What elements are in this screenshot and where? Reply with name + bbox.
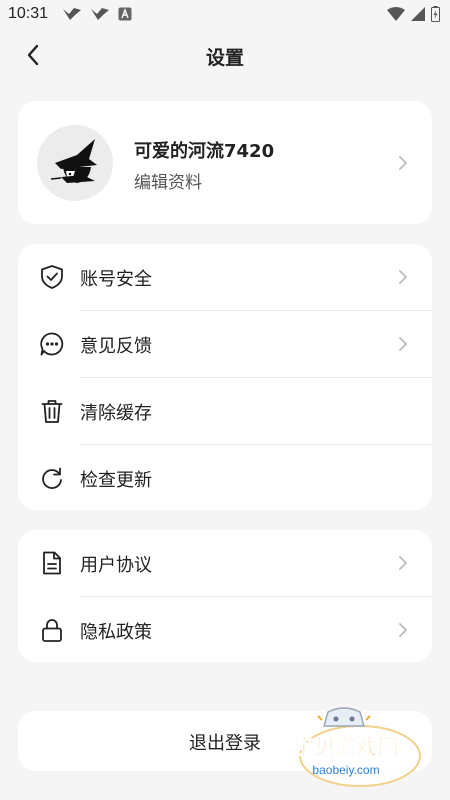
lock-icon bbox=[42, 619, 62, 642]
notification-bird-icon bbox=[63, 8, 81, 20]
signal-icon bbox=[411, 7, 425, 21]
shield-check-icon bbox=[41, 265, 63, 289]
chevron-right-icon bbox=[399, 337, 407, 351]
edit-profile-link[interactable]: 编辑资料 bbox=[134, 168, 202, 193]
status-time: 10:31 bbox=[8, 5, 49, 22]
header: 设置 bbox=[0, 30, 450, 80]
menu-item-label: 用户协议 bbox=[80, 555, 152, 576]
menu-item-privacy-policy[interactable]: 隐私政策 bbox=[18, 597, 432, 662]
menu-item-label: 隐私政策 bbox=[80, 622, 152, 643]
watermark-logo: 宝贝游戏网 baobeiy.com bbox=[293, 707, 421, 787]
menu-item-label: 意见反馈 bbox=[80, 336, 152, 357]
profile-card[interactable]: 可爱的河流7420 编辑资料 bbox=[18, 101, 432, 224]
chat-bubble-icon bbox=[40, 332, 64, 356]
chevron-right-icon bbox=[399, 270, 407, 284]
menu-item-label: 检查更新 bbox=[80, 470, 152, 491]
status-bar: 10:31 bbox=[0, 0, 450, 30]
trash-icon bbox=[41, 400, 63, 423]
menu-item-user-agreement[interactable]: 用户协议 bbox=[18, 530, 432, 596]
system-icons bbox=[387, 6, 440, 22]
chevron-right-icon bbox=[399, 623, 407, 637]
battery-icon bbox=[431, 6, 440, 22]
menu-item-label: 账号安全 bbox=[80, 269, 152, 290]
menu-item-account-security[interactable]: 账号安全 bbox=[18, 244, 432, 310]
wifi-icon bbox=[387, 7, 405, 21]
menu-group-account: 账号安全 意见反馈 清除缓存 检查更新 bbox=[18, 244, 432, 510]
watermark-brand: 宝贝游戏网 bbox=[294, 735, 399, 759]
menu-item-label: 清除缓存 bbox=[80, 403, 152, 424]
avatar bbox=[37, 125, 113, 201]
chevron-right-icon bbox=[399, 156, 407, 170]
notification-bird-icon bbox=[91, 8, 109, 20]
menu-item-feedback[interactable]: 意见反馈 bbox=[18, 311, 432, 377]
chevron-right-icon bbox=[399, 556, 407, 570]
notification-app-icon bbox=[118, 7, 132, 21]
watermark-url: baobeiy.com bbox=[312, 763, 379, 777]
witch-cat-avatar-icon bbox=[50, 139, 97, 183]
notification-icons bbox=[62, 7, 132, 21]
page-title: 设置 bbox=[205, 47, 244, 69]
menu-item-clear-cache[interactable]: 清除缓存 bbox=[18, 378, 432, 444]
menu-item-check-update[interactable]: 检查更新 bbox=[18, 445, 432, 510]
refresh-icon bbox=[42, 467, 62, 489]
document-icon bbox=[43, 551, 61, 575]
profile-name: 可爱的河流7420 bbox=[134, 141, 275, 162]
menu-group-legal: 用户协议 隐私政策 bbox=[18, 530, 432, 662]
